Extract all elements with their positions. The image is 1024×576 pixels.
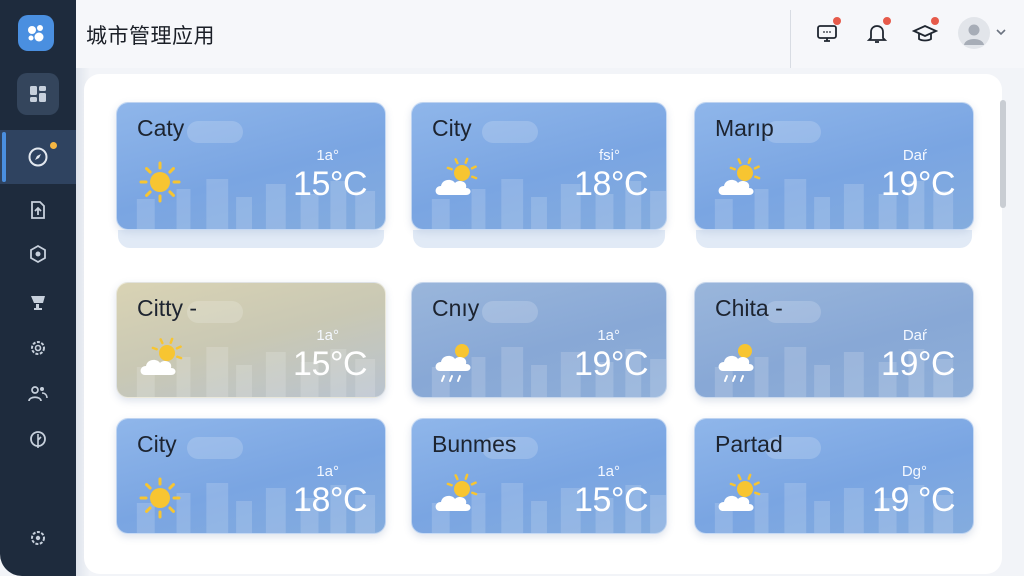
- temperature: 18°C: [574, 165, 648, 203]
- learning-button[interactable]: [910, 17, 940, 48]
- sidebar-item-cart[interactable]: [0, 280, 76, 324]
- notifications-button[interactable]: [862, 17, 892, 48]
- sun-icon: [139, 161, 181, 203]
- sidebar-item-hex-settings[interactable]: [0, 232, 76, 276]
- rain-icon: [435, 344, 471, 382]
- sidebar-item-compass[interactable]: [0, 130, 76, 184]
- avatar[interactable]: [958, 17, 990, 49]
- city-name: Caty: [137, 115, 185, 141]
- city-name: City: [137, 431, 177, 457]
- monitor-icon: [817, 25, 837, 42]
- city-weather-card[interactable]: Caty 1a° 15°C: [116, 102, 386, 230]
- temperature: 19°C: [881, 165, 955, 203]
- app-logo[interactable]: [18, 15, 54, 51]
- city-name: City: [432, 115, 472, 141]
- weather-icon: [430, 337, 486, 392]
- weather-icon: [430, 157, 486, 208]
- users-icon: [28, 386, 48, 402]
- sidebar-item-dashboard[interactable]: [0, 72, 76, 116]
- weather-icon: [135, 157, 185, 212]
- temperature: 19°C: [574, 345, 648, 383]
- weather-label: fsi°: [599, 147, 620, 164]
- city-weather-card[interactable]: Partad Dg° 19 °C: [694, 418, 974, 534]
- weather-label: 1a°: [316, 463, 339, 480]
- sidebar-item-gear[interactable]: [0, 326, 76, 370]
- sidebar-item-leaf[interactable]: [0, 418, 76, 462]
- cart-icon: [31, 296, 45, 310]
- sidebar-item-users[interactable]: [0, 372, 76, 416]
- notification-dot: [50, 142, 57, 149]
- cloud-decoration: [482, 301, 538, 323]
- city-weather-card[interactable]: Bunmes 1a° 15°C: [411, 418, 667, 534]
- city-name: Marıp: [715, 115, 774, 141]
- weather-label: Daŕ: [902, 327, 927, 344]
- weather-icon: [135, 337, 191, 388]
- page-title: 城市管理应用: [86, 25, 215, 48]
- city-name: Bunmes: [432, 431, 517, 457]
- compass-icon: [28, 147, 48, 167]
- sidebar: [0, 0, 76, 576]
- weather-label: 1a°: [316, 147, 339, 164]
- city-name: Partad: [715, 431, 783, 457]
- bell-badge: [883, 17, 891, 25]
- city-weather-card[interactable]: Chita - Daŕ 19°C: [694, 282, 974, 398]
- weather-label: 1a°: [597, 327, 620, 344]
- temperature: 19 °C: [872, 481, 955, 519]
- temperature: 19°C: [881, 345, 955, 383]
- weather-label: 1a°: [316, 327, 339, 344]
- monitor-button[interactable]: [812, 17, 842, 48]
- weather-icon: [135, 473, 185, 528]
- city-name: Chita -: [715, 295, 783, 321]
- cloud-decoration: [482, 121, 538, 143]
- monitor-badge: [833, 17, 841, 25]
- city-name: Citty -: [137, 295, 198, 321]
- graduation-cap-icon: [912, 25, 938, 42]
- city-weather-card[interactable]: Citty - 1a° 15°C: [116, 282, 386, 398]
- temperature: 15°C: [574, 481, 648, 519]
- city-weather-card[interactable]: Cnıy 1a° 19°C: [411, 282, 667, 398]
- topbar-divider: [790, 10, 791, 68]
- partly-cloudy-icon: [140, 337, 183, 375]
- weather-label: 1a°: [597, 463, 620, 480]
- sun-icon: [139, 477, 181, 519]
- city-name: Cnıy: [432, 295, 480, 321]
- partly-cloudy-icon: [718, 157, 761, 195]
- gear-icon: [31, 341, 45, 355]
- scrollbar[interactable]: [1000, 100, 1006, 208]
- sidebar-item-settings[interactable]: [0, 516, 76, 560]
- temperature: 15°C: [293, 345, 367, 383]
- upload-doc-icon: [31, 201, 45, 219]
- weather-label: Dg°: [901, 463, 927, 480]
- temperature: 15°C: [293, 165, 367, 203]
- temperature: 18°C: [293, 481, 367, 519]
- settings-icon: [31, 531, 45, 545]
- card-reflection: [696, 230, 972, 248]
- partly-cloudy-icon: [435, 473, 478, 511]
- card-reflection: [413, 230, 665, 248]
- weather-icon: [713, 473, 769, 524]
- partly-cloudy-icon: [435, 157, 478, 195]
- cloud-decoration: [187, 121, 243, 143]
- user-icon: [964, 24, 984, 45]
- logo-icon: [28, 25, 44, 42]
- weather-icon: [713, 157, 769, 208]
- cap-badge: [931, 17, 939, 25]
- chevron-down-icon[interactable]: [995, 26, 1007, 38]
- card-reflection: [118, 230, 384, 248]
- city-weather-card[interactable]: City fsi° 18°C: [411, 102, 667, 230]
- weather-icon: [430, 473, 486, 524]
- cloud-decoration: [187, 437, 243, 459]
- sidebar-item-upload[interactable]: [0, 188, 76, 232]
- dashboard-icon: [30, 86, 46, 102]
- weather-label: Daŕ: [902, 147, 927, 164]
- weather-icon: [713, 337, 769, 392]
- city-weather-card[interactable]: Marıp Daŕ 19°C: [694, 102, 974, 230]
- leaf-icon: [30, 431, 46, 448]
- city-weather-card[interactable]: City 1a° 18°C: [116, 418, 386, 534]
- partly-cloudy-icon: [718, 473, 761, 511]
- rain-icon: [718, 344, 754, 382]
- hex-settings-icon: [30, 244, 46, 264]
